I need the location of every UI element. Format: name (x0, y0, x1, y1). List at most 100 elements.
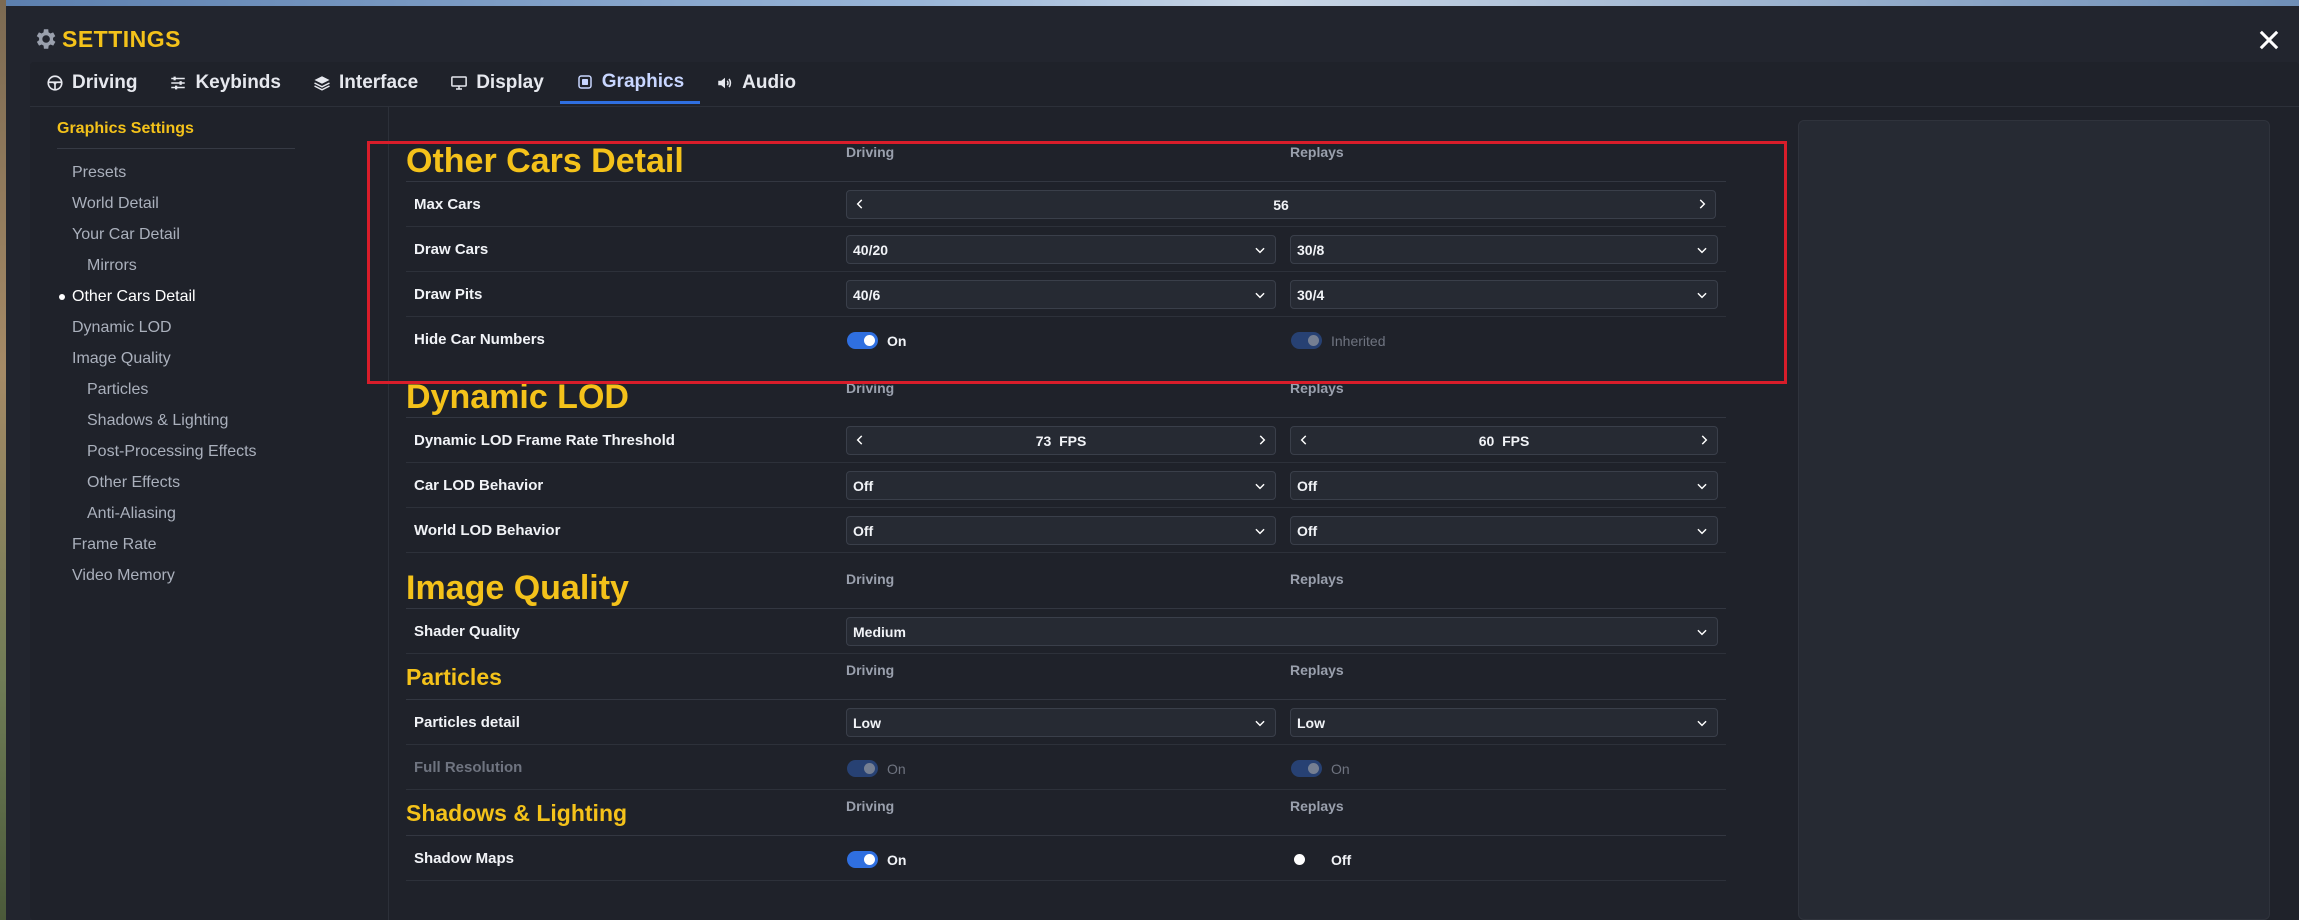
sidebar-heading: Graphics Settings (57, 120, 295, 149)
particles-detail-replays-select[interactable]: Low (1290, 708, 1718, 737)
setting-label: Draw Pits (414, 286, 483, 303)
sidebar-item-frame-rate[interactable]: Frame Rate (57, 529, 297, 560)
setting-label: Dynamic LOD Frame Rate Threshold (414, 432, 675, 449)
toggle-text: On (887, 761, 906, 777)
max-cars-stepper[interactable]: 56 (846, 190, 1716, 219)
tab-divider (30, 106, 2299, 107)
chevron-right-icon[interactable] (1255, 433, 1269, 447)
setting-label: Shader Quality (414, 623, 520, 640)
setting-label: Draw Cars (414, 241, 489, 258)
section-other-cars: Other Cars Detail Driving Replays Max Ca… (406, 136, 1726, 362)
world-lod-replays-select[interactable]: Off (1290, 516, 1718, 545)
setting-label: Max Cars (414, 196, 481, 213)
sidebar-item-other-effects[interactable]: Other Effects (57, 467, 297, 498)
sidebar-item-post-processing[interactable]: Post-Processing Effects (57, 436, 297, 467)
sidebar-item-particles[interactable]: Particles (57, 374, 297, 405)
toggle-knob (1294, 854, 1305, 865)
select-value: Low (1297, 715, 1325, 731)
tab-interface[interactable]: Interface (297, 62, 434, 104)
layers-icon (314, 76, 330, 91)
sidebar-item-image-quality[interactable]: Image Quality (57, 343, 297, 374)
column-label-driving: Driving (846, 380, 895, 396)
hide-numbers-driving-toggle[interactable] (847, 332, 878, 349)
car-lod-replays-select[interactable]: Off (1290, 471, 1718, 500)
stepper-value: 60 FPS (1291, 433, 1717, 449)
chevron-down-icon (1697, 720, 1707, 727)
full-res-driving-toggle[interactable] (847, 760, 878, 777)
setting-row-draw-cars: Draw Cars 40/20 30/8 (406, 227, 1726, 272)
sidebar-item-other-cars-detail[interactable]: Other Cars Detail (57, 281, 297, 312)
column-label-driving: Driving (846, 571, 895, 587)
close-icon[interactable] (2255, 26, 2283, 54)
toggle-text: On (1331, 761, 1350, 777)
chevron-down-icon (1697, 292, 1707, 299)
shadow-maps-replays-toggle[interactable] (1291, 851, 1322, 868)
draw-pits-replays-select[interactable]: 30/4 (1290, 280, 1718, 309)
chevron-down-icon (1255, 292, 1265, 299)
particles-detail-driving-select[interactable]: Low (846, 708, 1276, 737)
chevron-right-icon[interactable] (1695, 197, 1709, 211)
setting-row-car-lod: Car LOD Behavior Off Off (406, 463, 1726, 508)
hide-numbers-replays-toggle[interactable] (1291, 332, 1322, 349)
tab-audio[interactable]: Audio (700, 62, 812, 104)
tab-label: Keybinds (195, 72, 281, 93)
sidebar-item-anti-aliasing[interactable]: Anti-Aliasing (57, 498, 297, 529)
tab-label: Display (476, 72, 544, 93)
toggle-knob (864, 763, 875, 774)
chevron-down-icon (1697, 629, 1707, 636)
chevron-right-icon[interactable] (1697, 433, 1711, 447)
chevron-down-icon (1255, 720, 1265, 727)
tab-graphics[interactable]: Graphics (559, 62, 701, 104)
select-value: 40/20 (853, 242, 889, 258)
toggle-knob (1308, 335, 1319, 346)
chevron-down-icon (1697, 528, 1707, 535)
sidebar-item-dynamic-lod[interactable]: Dynamic LOD (57, 312, 297, 343)
column-label-driving: Driving (846, 798, 895, 814)
sidebar-item-video-memory[interactable]: Video Memory (57, 560, 297, 591)
select-value: Medium (853, 624, 906, 640)
lod-threshold-replays-stepper[interactable]: 60 FPS (1290, 426, 1718, 455)
lod-threshold-driving-stepper[interactable]: 73 FPS (846, 426, 1276, 455)
window-title: SETTINGS (62, 26, 182, 52)
draw-cars-driving-select[interactable]: 40/20 (846, 235, 1276, 264)
tab-display[interactable]: Display (434, 62, 560, 104)
setting-label: Hide Car Numbers (414, 331, 545, 348)
preview-panel (1798, 120, 2270, 920)
section-title: Particles (406, 664, 502, 690)
sidebar-list: Presets World Detail Your Car Detail Mir… (57, 157, 297, 591)
world-lod-driving-select[interactable]: Off (846, 516, 1276, 545)
tab-keybinds[interactable]: Keybinds (153, 62, 297, 104)
toggle-text: Inherited (1331, 333, 1386, 349)
shader-quality-select[interactable]: Medium (846, 617, 1718, 646)
draw-cars-replays-select[interactable]: 30/8 (1290, 235, 1718, 264)
speaker-icon (718, 77, 732, 89)
chip-icon (578, 74, 592, 89)
stepper-value: 73 FPS (847, 433, 1275, 449)
sliders-icon (171, 76, 186, 90)
settings-window: SETTINGS Driving Keybinds Interface Disp… (6, 6, 2299, 920)
setting-row-draw-pits: Draw Pits 40/6 30/4 (406, 272, 1726, 317)
fps-unit: FPS (1502, 433, 1530, 449)
sidebar-item-presets[interactable]: Presets (57, 157, 297, 188)
sidebar-item-mirrors[interactable]: Mirrors (57, 250, 297, 281)
sidebar-item-world-detail[interactable]: World Detail (57, 188, 297, 219)
sidebar-item-your-car-detail[interactable]: Your Car Detail (57, 219, 297, 250)
sidebar-item-shadows-lighting[interactable]: Shadows & Lighting (57, 405, 297, 436)
column-label-driving: Driving (846, 662, 895, 678)
fps-unit: FPS (1059, 433, 1087, 449)
toggle-knob (1308, 763, 1319, 774)
setting-row-world-lod: World LOD Behavior Off Off (406, 508, 1726, 553)
section-particles: Particles Driving Replays Particles deta… (406, 654, 1726, 790)
tab-driving[interactable]: Driving (30, 62, 153, 104)
fps-value: 73 (1035, 433, 1052, 449)
tab-label: Driving (72, 72, 138, 93)
tab-label: Interface (338, 72, 419, 93)
column-label-replays: Replays (1290, 144, 1344, 160)
shadow-maps-driving-toggle[interactable] (847, 851, 878, 868)
toggle-text: Off (1331, 852, 1352, 868)
steering-wheel-icon (47, 75, 63, 91)
draw-pits-driving-select[interactable]: 40/6 (846, 280, 1276, 309)
full-res-replays-toggle[interactable] (1291, 760, 1322, 777)
section-header: Particles Driving Replays (406, 654, 1726, 700)
car-lod-driving-select[interactable]: Off (846, 471, 1276, 500)
